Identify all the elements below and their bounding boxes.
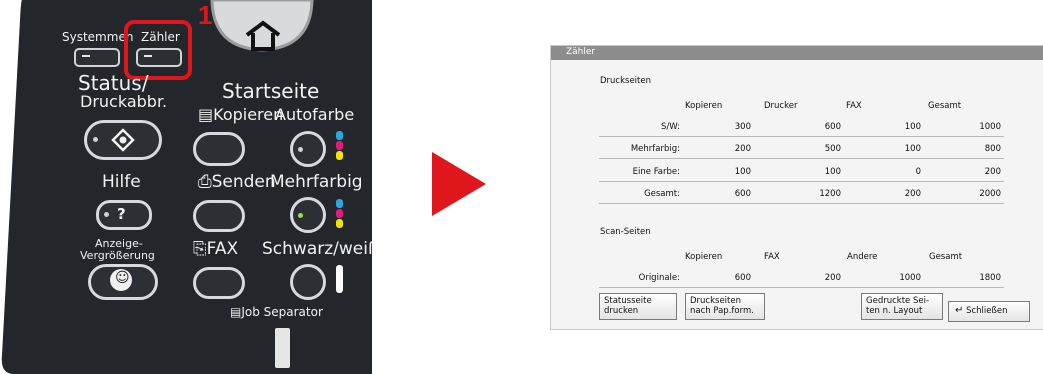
- fax-icon: ⎘: [193, 239, 207, 259]
- arrow-right-icon: [432, 152, 486, 216]
- blackwhite-button[interactable]: [290, 264, 326, 300]
- pages-by-paper-size-button[interactable]: Druckseiten nach Pap.form.: [685, 293, 765, 320]
- scan-section-heading: Scan-Seiten: [600, 227, 651, 237]
- row-divider: [599, 181, 1004, 182]
- fax-label-text: FAX: [206, 239, 239, 259]
- scan-cell: 600: [734, 273, 751, 283]
- job-separator-text: Job Separator: [241, 305, 323, 319]
- autocolor-led: [298, 147, 303, 152]
- send-label: ⎙Senden: [198, 172, 276, 192]
- row-divider: [599, 203, 1004, 204]
- row-divider: [599, 287, 1004, 288]
- send-label-text: Senden: [211, 172, 276, 192]
- print-cell: 800: [984, 144, 1001, 154]
- screen-title: Zähler: [566, 47, 596, 57]
- scan-cell: 1000: [899, 273, 921, 283]
- zoom-label-2: Vergrößerung: [80, 249, 155, 262]
- copy-label-text: Kopieren: [213, 105, 284, 124]
- pages-by-paper-size-line2: nach Pap.form.: [690, 306, 754, 316]
- pages-by-paper-size-line1: Druckseiten: [690, 296, 741, 306]
- help-label: Hilfe: [102, 172, 141, 192]
- help-question-icon: ?: [117, 205, 126, 223]
- print-cell: 500: [824, 144, 841, 154]
- print-col-printer: Drucker: [764, 101, 798, 111]
- home-icon[interactable]: [244, 20, 282, 52]
- print-col-fax: FAX: [846, 101, 862, 111]
- status-button[interactable]: [84, 120, 162, 160]
- help-led: [104, 212, 109, 217]
- print-cell: 600: [734, 189, 751, 199]
- print-row-label: Eine Farbe:: [632, 167, 680, 177]
- print-cell: 600: [824, 122, 841, 132]
- print-status-page-line1: Statusseite: [604, 296, 652, 306]
- help-button[interactable]: ?: [96, 200, 152, 230]
- row-divider: [599, 158, 1004, 159]
- zoom-button[interactable]: ☺: [88, 264, 158, 300]
- callout-number: 1: [198, 0, 213, 30]
- blackwhite-label: Schwarz/weiß: [262, 239, 372, 259]
- print-cell: 200: [984, 167, 1001, 177]
- system-menu-label: Systemmen: [62, 30, 134, 44]
- print-status-page-line2: drucken: [604, 306, 639, 316]
- scan-cell: 200: [824, 273, 841, 283]
- scan-cell: 1800: [979, 273, 1001, 283]
- print-cell: 100: [904, 144, 921, 154]
- scan-col-other: Andere: [847, 252, 878, 262]
- print-col-total: Gesamt: [928, 101, 962, 111]
- print-col-copy: Kopieren: [685, 101, 723, 111]
- print-section-heading: Druckseiten: [600, 76, 651, 86]
- scan-row-label: Originale:: [638, 273, 680, 283]
- send-icon: ⎙: [198, 172, 212, 192]
- copy-button[interactable]: [193, 132, 245, 166]
- print-cell: 0: [915, 167, 921, 177]
- send-button[interactable]: [193, 200, 245, 232]
- pages-by-layout-line1: Gedruckte Sei-: [866, 296, 930, 306]
- fax-button[interactable]: [193, 267, 245, 299]
- print-cell: 1200: [819, 189, 841, 199]
- print-row-label: Mehrfarbig:: [630, 144, 680, 154]
- scan-col-total: Gesamt: [929, 252, 963, 262]
- enter-icon: ↵: [955, 305, 964, 316]
- print-cell: 100: [734, 167, 751, 177]
- operation-panel: Systemmen Zähler 1 Status/ Druckabbr. St…: [0, 0, 372, 374]
- home-label: Startseite: [222, 79, 320, 103]
- print-cell: 1000: [979, 122, 1001, 132]
- pages-by-layout-button[interactable]: Gedruckte Sei- ten n. Layout: [861, 293, 943, 320]
- job-separator-icon: ▤: [230, 305, 242, 319]
- system-menu-key[interactable]: [74, 48, 120, 67]
- copy-label: ▤Kopieren: [198, 105, 283, 124]
- job-separator-label: ▤Job Separator: [230, 305, 323, 319]
- scan-col-copy: Kopieren: [685, 252, 723, 262]
- accessibility-icon: ☺: [110, 269, 132, 291]
- fullcolor-led: [298, 213, 303, 218]
- print-cell: 200: [904, 189, 921, 199]
- fullcolor-label: Mehrfarbig: [270, 172, 363, 192]
- row-divider: [599, 136, 1004, 137]
- autocolor-label: Autofarbe: [275, 105, 355, 124]
- scan-col-fax: FAX: [764, 252, 780, 262]
- fax-label: ⎘FAX: [193, 239, 238, 259]
- counter-key[interactable]: [136, 48, 182, 67]
- print-cell: 2000: [979, 189, 1001, 199]
- status-label-2: Druckabbr.: [80, 92, 168, 111]
- screen-titlebar: Zähler: [551, 46, 1043, 60]
- print-cell: 100: [824, 167, 841, 177]
- print-row-label: S/W:: [660, 122, 680, 132]
- print-row-label: Gesamt:: [644, 189, 680, 199]
- status-diamond-icon: [111, 128, 135, 152]
- print-status-page-button[interactable]: Statusseite drucken: [599, 293, 677, 320]
- copy-icon: ▤: [198, 105, 214, 124]
- counter-screen: Zähler Druckseiten Kopieren Drucker FAX …: [550, 45, 1043, 330]
- status-led: [93, 137, 98, 142]
- print-cell: 100: [904, 122, 921, 132]
- print-cell: 300: [734, 122, 751, 132]
- autocolor-button[interactable]: [290, 131, 326, 167]
- counter-label: Zähler: [141, 30, 180, 44]
- blackwhite-indicator: [336, 265, 343, 293]
- pages-by-layout-line2: ten n. Layout: [866, 306, 923, 316]
- close-button-label: Schließen: [966, 306, 1008, 316]
- fullcolor-button[interactable]: [290, 197, 326, 233]
- close-button[interactable]: ↵ Schließen: [948, 301, 1030, 322]
- print-cell: 200: [734, 144, 751, 154]
